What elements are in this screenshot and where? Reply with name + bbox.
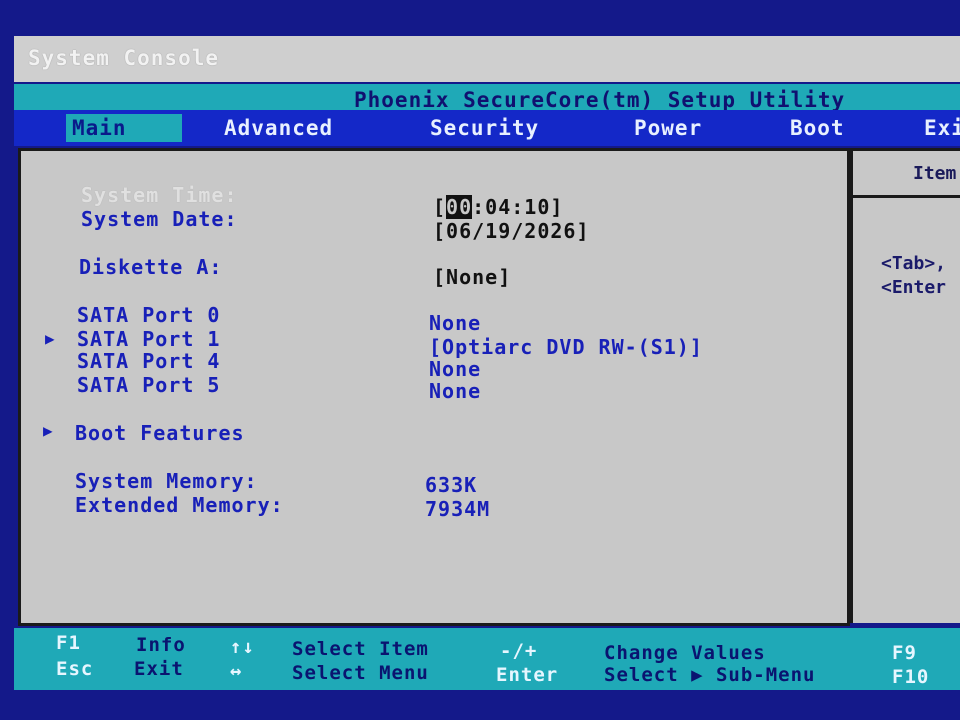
diskette-a-value[interactable]: [None] <box>433 265 511 289</box>
sata-port-0-value: None <box>429 311 482 335</box>
tab-advanced[interactable]: Advanced <box>218 114 339 142</box>
help-line-2: <Enter <box>881 277 947 298</box>
extended-memory-value: 7934M <box>425 497 491 521</box>
tab-security[interactable]: Security <box>424 114 545 142</box>
console-title: System Console <box>28 46 220 70</box>
updown-desc: Select Item <box>292 638 429 660</box>
enter-key: Enter <box>496 664 559 686</box>
enter-desc: Select ▶ Sub-Menu <box>604 664 816 686</box>
console-title-bar: System Console <box>14 36 960 82</box>
system-memory-value: 633K <box>425 473 478 497</box>
sata-port-4-label[interactable]: SATA Port 4 <box>77 349 220 373</box>
sata-port-5-value: None <box>429 379 482 403</box>
system-memory-label: System Memory: <box>75 469 258 493</box>
left-right-arrow-icon: ↔ <box>230 660 243 682</box>
item-help-panel: Item <Tab>, <Enter <box>850 148 960 623</box>
submenu-arrow-icon: ▶ <box>45 329 55 348</box>
f1-desc: Info <box>136 634 186 656</box>
help-line-1: <Tab>, <box>881 253 947 274</box>
sata-port-1-value: [Optiarc DVD RW-(S1)] <box>429 335 703 359</box>
plus-minus-key: -/+ <box>500 640 538 662</box>
footer-keys: F1 Info Esc Exit ↑↓ Select Item ↔ Select… <box>14 628 960 690</box>
setup-title: Phoenix SecureCore(tm) Setup Utility <box>354 88 846 112</box>
f9-key: F9 <box>892 642 917 664</box>
leftright-desc: Select Menu <box>292 662 429 684</box>
sata-port-1-label[interactable]: SATA Port 1 <box>77 327 220 351</box>
sata-port-0-label[interactable]: SATA Port 0 <box>77 303 220 327</box>
f1-key: F1 <box>56 632 81 654</box>
tab-power[interactable]: Power <box>628 114 708 142</box>
system-date-label: System Date: <box>81 207 238 231</box>
bios-screen: System Console Phoenix SecureCore(tm) Se… <box>0 0 960 720</box>
item-help-header: Item <box>853 151 960 198</box>
f10-key: F10 <box>892 666 930 688</box>
system-time-label: System Time: <box>81 183 238 207</box>
main-settings-panel: System Time: [00:04:10] System Date: [06… <box>18 148 850 626</box>
submenu-arrow-icon: ▶ <box>43 421 53 440</box>
esc-desc: Exit <box>134 658 184 680</box>
extended-memory-label: Extended Memory: <box>75 493 284 517</box>
system-time-value[interactable]: [00:04:10] <box>433 195 563 219</box>
tab-boot[interactable]: Boot <box>784 114 851 142</box>
up-down-arrow-icon: ↑↓ <box>230 636 255 658</box>
system-time-rest: :04:10] <box>472 195 564 219</box>
diskette-a-label: Diskette A: <box>79 255 223 279</box>
boot-features-item[interactable]: Boot Features <box>75 421 245 445</box>
system-time-hour-cursor[interactable]: 00 <box>446 195 473 219</box>
tab-exit[interactable]: Exi <box>918 114 960 142</box>
esc-key: Esc <box>56 658 94 680</box>
system-date-value[interactable]: [06/19/2026] <box>433 219 590 243</box>
plusminus-desc: Change Values <box>604 642 766 664</box>
tab-main[interactable]: Main <box>66 114 182 142</box>
system-time-open-bracket: [ <box>433 195 447 219</box>
sata-port-5-label[interactable]: SATA Port 5 <box>77 373 220 397</box>
sata-port-4-value: None <box>429 357 482 381</box>
item-help-title: Item <box>913 163 957 184</box>
setup-title-bar: Phoenix SecureCore(tm) Setup Utility <box>14 84 960 112</box>
menu-bar: Main Advanced Security Power Boot Exi <box>14 110 960 146</box>
